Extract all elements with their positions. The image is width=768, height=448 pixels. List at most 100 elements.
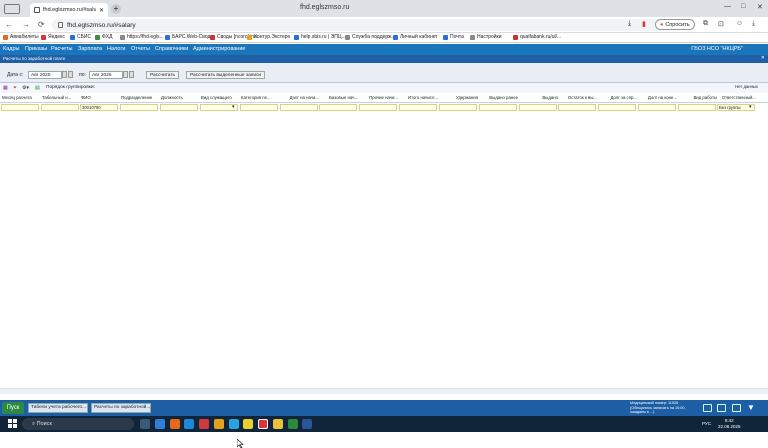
column-filter-input[interactable] [120,104,158,111]
column-header[interactable]: Выдано [520,95,558,100]
system-clock[interactable]: 8:42 22.08.2025 [718,418,741,429]
column-header[interactable]: Итого начисл... [400,95,438,100]
camera-icon[interactable] [717,404,726,412]
app-icon[interactable] [243,419,253,429]
column-filter-input[interactable] [399,104,437,111]
chrome-icon[interactable] [214,419,224,429]
column-header[interactable]: Долг на нача... [281,95,319,100]
tab-close-icon[interactable]: ✕ [99,7,104,14]
export-icon[interactable]: ▤ [35,85,40,91]
yandex-browser-icon[interactable] [258,419,268,429]
column-filter-input[interactable] [638,104,676,111]
column-header[interactable]: Базовые нач... [320,95,358,100]
column-filter-input[interactable] [240,104,278,111]
task-timesheets[interactable]: Табели учета рабочего... [28,403,88,413]
menu-item[interactable]: Зарплата [78,46,102,52]
column-header[interactable]: Подразделение [121,95,159,100]
filter-icon[interactable]: ⏷ [13,85,17,91]
task-view-icon[interactable] [140,419,150,429]
column-header[interactable]: Должность [161,95,199,100]
grid-body[interactable] [0,112,768,448]
bookmark-item[interactable]: https://fhd.egls... [120,34,164,40]
column-header[interactable]: Долг за спр... [599,95,637,100]
column-header[interactable]: Удержания [440,95,478,100]
bookmark-item[interactable]: Контур.Экстерн [247,34,290,40]
new-tab-button[interactable]: + [111,4,121,14]
language-indicator[interactable]: РУС [702,421,711,426]
calculate-selected-button[interactable]: Рассчитать выделенные записи [186,71,266,79]
windows-start-icon[interactable] [8,419,17,428]
menu-item[interactable]: Отчеты [131,46,150,52]
browser-tab[interactable]: fhd.eglszmso.ru/#salu ✕ [30,3,108,17]
date-from-field[interactable]: Авг 2025 [28,71,62,79]
column-header[interactable]: ФИО [81,95,119,100]
menu-item[interactable]: Справочники [155,46,188,52]
column-header[interactable]: Табельный н... [42,95,80,100]
settings-icon[interactable]: ⚙▾ [22,85,29,91]
url-text[interactable]: fhd.eglszmso.ru/#salary [67,22,136,29]
column-filter-input[interactable]: 30010790 [80,104,118,111]
date-to-picker-icon[interactable] [123,71,128,78]
word-icon[interactable] [302,419,312,429]
screenshot-icon[interactable]: ⊡ [718,20,724,28]
calculate-button[interactable]: Рассчитать [146,71,180,79]
start-button[interactable]: Пуск [2,402,24,414]
filter-dropdown-icon[interactable]: ▾ [749,104,752,110]
minimize-icon[interactable]: — [724,3,731,10]
mail-icon[interactable] [732,404,741,412]
column-filter-input[interactable] [160,104,198,111]
menu-item[interactable]: Налоги [107,46,125,52]
column-filter-input[interactable] [558,104,596,111]
forward-icon[interactable]: → [22,20,30,29]
telegram-icon[interactable] [229,419,239,429]
column-header[interactable]: Месяц расчета [2,95,40,100]
bookmark-item[interactable]: qualfabank.ru/ul/... [513,34,561,40]
collapse-icon[interactable]: ▼ [747,403,755,412]
column-filter-input[interactable] [439,104,477,111]
date-to-field[interactable]: Авг 2025 [89,71,123,79]
bookmark-item[interactable]: СБИС [70,34,91,40]
print-icon[interactable] [703,404,712,412]
column-header[interactable]: Ответственный... [718,95,756,100]
column-filter-input[interactable] [41,104,79,111]
filter-dropdown-icon[interactable]: ▾ [232,104,235,110]
ask-ai-button[interactable]: ● Спросить [655,19,695,30]
column-header[interactable]: Остаток к вы... [559,95,597,100]
menu-item[interactable]: Кадры [3,46,19,52]
firefox-icon[interactable] [170,419,180,429]
column-header[interactable]: Прочие начи... [360,95,398,100]
column-header[interactable]: Долг на коне... [639,95,677,100]
column-filter-input[interactable] [359,104,397,111]
edge-icon[interactable] [155,419,165,429]
yandex-icon[interactable] [199,419,209,429]
task-salary-calc[interactable]: Расчеты по заработной... [91,403,151,413]
excel-icon[interactable] [288,419,298,429]
columns-icon[interactable]: ▦ [3,85,8,91]
column-header[interactable]: Вид работы [679,95,717,100]
bookmark-item[interactable]: ФХД [95,34,113,40]
column-header[interactable]: Выдано ранее [480,95,518,100]
close-window-icon[interactable]: ✕ [757,3,763,11]
column-header[interactable]: Категория пе... [241,95,279,100]
date-from-picker-icon[interactable] [62,71,67,78]
extensions-icon[interactable]: ⧉ [703,20,708,28]
menu-item[interactable]: Администрирование [193,46,245,52]
back-icon[interactable]: ← [5,20,13,29]
bookmark-item[interactable]: Яндекс [41,34,65,40]
bookmark-item[interactable]: help.sbis.ru | ЭПЦ... [294,34,346,40]
bookmark-star-icon[interactable]: ▮ [642,20,646,28]
bookmark-item[interactable]: Настройки [470,34,502,40]
profile-icon[interactable]: ☺ [736,20,743,27]
menu-item[interactable]: Расчеты [51,46,72,52]
site-info-icon[interactable] [58,22,63,28]
maximize-icon[interactable]: □ [741,3,745,10]
bookmark-item[interactable]: Авиабилеты [3,34,39,40]
file-explorer-icon[interactable] [273,419,283,429]
panel-close-icon[interactable]: ✕ [761,55,765,61]
edge-browser-icon[interactable] [184,419,194,429]
column-header[interactable]: Вид служащего [201,95,239,100]
column-filter-input[interactable] [519,104,557,111]
menu-item[interactable]: Приказы [25,46,47,52]
date-to-clear-icon[interactable] [129,71,134,78]
column-filter-input[interactable] [1,104,39,111]
